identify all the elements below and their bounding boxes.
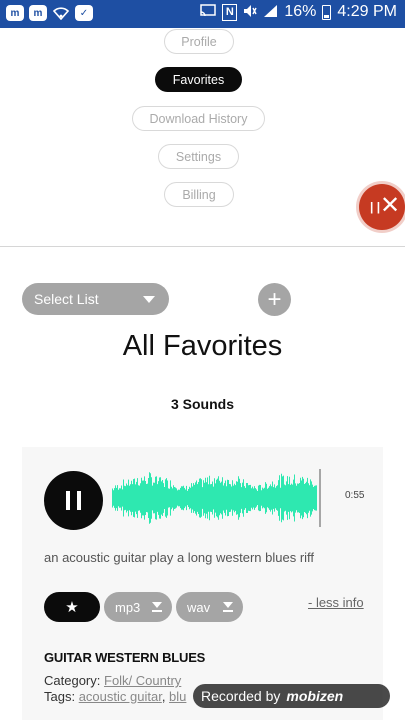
download-mp3-button[interactable]: mp3	[104, 592, 172, 622]
pause-icon	[66, 491, 70, 510]
battery-percent: 16%	[284, 3, 317, 20]
divider	[0, 246, 405, 247]
waveform[interactable]	[112, 467, 327, 529]
tags-line: Tags: acoustic guitar, blu	[44, 689, 186, 704]
category-line: Category: Folk/ Country	[44, 673, 181, 688]
close-icon[interactable]: ✕	[380, 193, 400, 219]
less-info-link[interactable]: - less info	[308, 595, 364, 610]
pause-button[interactable]	[44, 471, 103, 530]
select-list-label: Select List	[34, 291, 99, 307]
clock: 4:29 PM	[337, 3, 397, 20]
pause-icon: | |	[370, 200, 381, 214]
wifi-icon	[52, 5, 70, 21]
nfc-icon: N	[222, 3, 238, 21]
format-label: wav	[187, 599, 211, 615]
category-label: Category:	[44, 673, 101, 688]
sound-card: 0:55 an acoustic guitar play a long west…	[22, 447, 383, 720]
select-list-dropdown[interactable]: Select List	[22, 283, 169, 315]
watermark-text: Recorded by	[201, 688, 281, 704]
shopping-bag-icon: ✓	[75, 5, 93, 21]
status-bar: m m ✓ N 16% 4:29 PM	[0, 0, 405, 28]
message-icon: m	[29, 5, 47, 21]
nav-profile[interactable]: Profile	[164, 29, 234, 54]
nav-download-history[interactable]: Download History	[132, 106, 265, 131]
duration: 0:55	[345, 490, 365, 501]
chevron-down-icon	[143, 296, 155, 303]
download-wav-button[interactable]: wav	[176, 592, 243, 622]
mute-icon	[243, 4, 258, 21]
plus-icon: +	[267, 285, 282, 313]
category-link[interactable]: Folk/ Country	[104, 673, 181, 688]
nav-billing[interactable]: Billing	[164, 182, 234, 207]
nav-settings[interactable]: Settings	[158, 144, 239, 169]
sound-title: GUITAR WESTERN BLUES	[44, 650, 206, 665]
pause-icon	[77, 491, 81, 510]
star-icon: ★	[65, 599, 79, 616]
message-icon: m	[6, 5, 24, 21]
tag-link[interactable]: blu	[169, 689, 186, 704]
sound-count: 3 Sounds	[170, 396, 234, 412]
cast-icon	[200, 4, 217, 20]
download-icon	[152, 602, 162, 612]
nav-favorites[interactable]: Favorites	[155, 67, 242, 92]
page-title: All Favorites	[122, 330, 283, 362]
tag-link[interactable]: acoustic guitar	[79, 689, 162, 704]
tag-separator: ,	[161, 689, 170, 704]
battery-icon	[322, 4, 332, 20]
sound-description: an acoustic guitar play a long western b…	[44, 550, 315, 565]
format-label: mp3	[115, 599, 141, 615]
favorite-button[interactable]: ★	[44, 592, 100, 622]
signal-icon	[263, 4, 278, 21]
download-icon	[223, 602, 233, 612]
add-list-button[interactable]: +	[258, 283, 291, 316]
recorder-watermark: Recorded by mobizen	[193, 684, 390, 708]
tags-label: Tags:	[44, 689, 76, 704]
watermark-brand: mobizen	[286, 688, 344, 704]
